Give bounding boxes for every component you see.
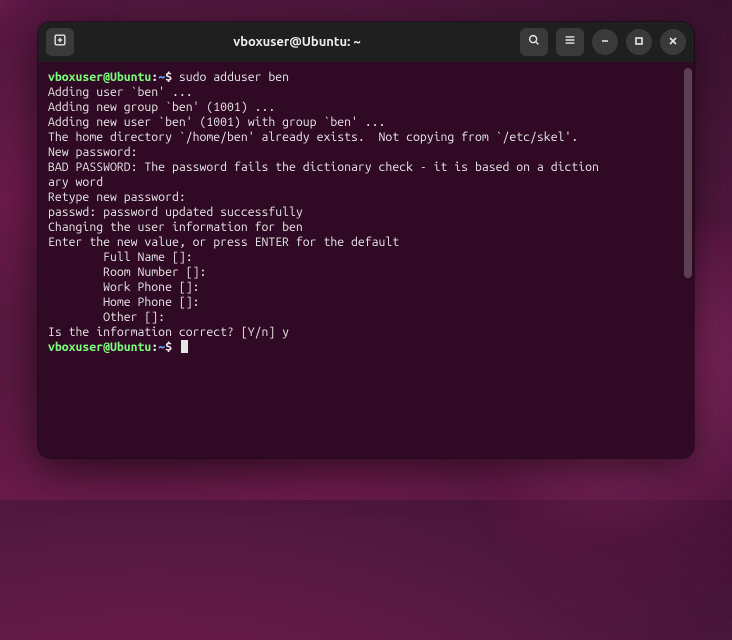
close-button[interactable] [660, 29, 686, 55]
prompt-user-host: vboxuser@Ubuntu [48, 341, 151, 354]
minimize-icon [599, 33, 611, 51]
minimize-button[interactable] [592, 29, 618, 55]
output-line: Retype new password: [48, 191, 186, 204]
maximize-icon [633, 33, 645, 51]
output-line: passwd: password updated successfully [48, 206, 303, 219]
close-icon [667, 33, 679, 51]
output-line: Room Number []: [48, 266, 206, 279]
scrollbar[interactable] [684, 68, 692, 278]
output-line: ary word [48, 176, 103, 189]
output-line: Full Name []: [48, 251, 193, 264]
output-line: Is the information correct? [Y/n] y [48, 326, 289, 339]
cursor [181, 340, 188, 353]
output-line: Adding new user `ben' (1001) with group … [48, 116, 385, 129]
output-line: The home directory `/home/ben' already e… [48, 131, 578, 144]
search-button[interactable] [520, 28, 548, 56]
output-line: Home Phone []: [48, 296, 200, 309]
prompt-user-host: vboxuser@Ubuntu [48, 71, 151, 84]
output-line: Adding user `ben' ... [48, 86, 193, 99]
prompt-symbol: $ [165, 341, 172, 354]
hamburger-menu-button[interactable] [556, 28, 584, 56]
titlebar[interactable]: vboxuser@Ubuntu: ~ [38, 22, 694, 62]
search-icon [527, 33, 541, 51]
output-line: Adding new group `ben' (1001) ... [48, 101, 275, 114]
output-line: Other []: [48, 311, 165, 324]
terminal-body[interactable]: vboxuser@Ubuntu:~$ sudo adduser ben Addi… [38, 62, 694, 458]
output-line: Work Phone []: [48, 281, 200, 294]
output-line: BAD PASSWORD: The password fails the dic… [48, 161, 599, 174]
terminal-window: vboxuser@Ubuntu: ~ [38, 22, 694, 458]
new-tab-icon [53, 33, 67, 51]
hamburger-icon [563, 33, 577, 51]
output-line: Changing the user information for ben [48, 221, 303, 234]
output-line: New password: [48, 146, 138, 159]
terminal-output: vboxuser@Ubuntu:~$ sudo adduser ben Addi… [48, 70, 688, 355]
command-text: sudo adduser ben [179, 71, 289, 84]
window-title: vboxuser@Ubuntu: ~ [82, 35, 512, 49]
prompt-symbol: $ [165, 71, 172, 84]
maximize-button[interactable] [626, 29, 652, 55]
new-tab-button[interactable] [46, 28, 74, 56]
output-line: Enter the new value, or press ENTER for … [48, 236, 399, 249]
